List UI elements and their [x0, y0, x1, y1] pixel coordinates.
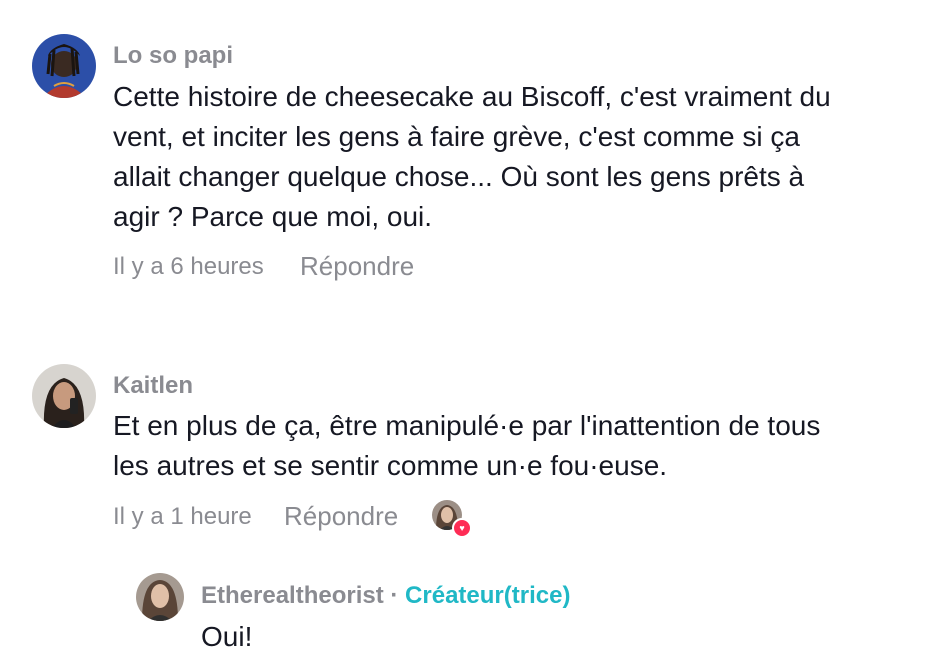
- reply-username[interactable]: Etherealtheorist: [201, 582, 384, 609]
- liked-by-creator-indicator: ♥: [432, 500, 472, 538]
- reply-username-row: Etherealtheorist · Créateur(trice): [201, 582, 570, 610]
- comment-text-line: allait changer quelque chose... Où sont …: [113, 161, 805, 192]
- comment-timestamp: Il y a 1 heure: [113, 503, 252, 530]
- separator: ·: [383, 582, 406, 609]
- creator-badge: Créateur(trice): [405, 582, 571, 609]
- reply-button[interactable]: Répondre: [284, 501, 398, 532]
- reply-item: Etherealtheorist · Créateur(trice) Oui!: [0, 565, 942, 670]
- avatar[interactable]: [32, 34, 96, 98]
- avatar[interactable]: [136, 573, 184, 621]
- avatar[interactable]: [32, 364, 96, 428]
- reply-text: Oui!: [201, 621, 253, 652]
- comment-text-line: Et en plus de ça, être manipulé·e par l'…: [113, 410, 821, 441]
- comment-text-line: Cette histoire de cheesecake au Biscoff,…: [113, 81, 831, 112]
- heart-icon: ♥: [452, 518, 472, 538]
- comment-timestamp: Il y a 6 heures: [113, 253, 264, 280]
- comment-username[interactable]: Lo so papi: [113, 42, 233, 70]
- reply-button[interactable]: Répondre: [300, 251, 414, 282]
- comment-item: Lo so papi Cette histoire de cheesecake …: [0, 0, 942, 300]
- comment-item: Kaitlen Et en plus de ça, être manipulé·…: [0, 350, 942, 550]
- comment-text-line: les autres et se sentir comme un·e fou·e…: [113, 450, 668, 481]
- comment-text-line: vent, et inciter les gens à faire grève,…: [113, 121, 800, 152]
- comment-username[interactable]: Kaitlen: [113, 372, 193, 400]
- comment-text-line: agir ? Parce que moi, oui.: [113, 201, 433, 232]
